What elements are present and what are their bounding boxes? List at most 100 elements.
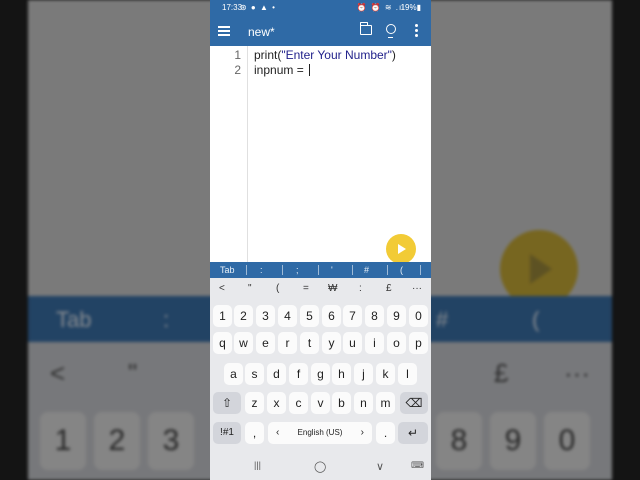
key-2[interactable]: 2	[234, 305, 253, 327]
code-line[interactable]: inpnum =	[254, 63, 311, 77]
menu-icon[interactable]	[218, 26, 230, 36]
key-i[interactable]: i	[365, 332, 384, 354]
bg-key: 3	[148, 412, 194, 470]
key-x[interactable]: x	[267, 392, 286, 414]
key-d[interactable]: d	[267, 363, 286, 385]
lightbulb-icon[interactable]	[386, 24, 396, 38]
bg-bar-item: (	[532, 307, 540, 332]
key-s[interactable]: s	[245, 363, 264, 385]
home-icon[interactable]: ◯	[314, 460, 326, 473]
file-title: new*	[248, 25, 275, 39]
bg-bar-item: Tab	[56, 307, 92, 332]
space-key[interactable]: ‹ English (US) ›	[268, 422, 372, 444]
text-cursor	[309, 64, 311, 76]
divider	[246, 265, 247, 275]
keyboard-suggestion[interactable]: :	[359, 283, 362, 294]
key-v[interactable]: v	[311, 392, 330, 414]
more-options-icon[interactable]	[415, 24, 418, 38]
key-k[interactable]: k	[376, 363, 395, 385]
key-8[interactable]: 8	[365, 305, 384, 327]
code-token: inpnum =	[254, 63, 308, 77]
key-z[interactable]: z	[245, 392, 264, 414]
key-l[interactable]: l	[398, 363, 417, 385]
system-icons: ⏰ ⏰ ≋ .ıl	[356, 3, 405, 12]
period-key[interactable]: .	[376, 422, 395, 444]
key-9[interactable]: 9	[387, 305, 406, 327]
bg-symbol: £	[494, 358, 509, 388]
key-w[interactable]: w	[234, 332, 253, 354]
code-editor[interactable]: 1 2 print("Enter Your Number") inpnum =	[210, 46, 431, 262]
key-4[interactable]: 4	[278, 305, 297, 327]
key-g[interactable]: g	[311, 363, 330, 385]
enter-key[interactable]: ↵	[398, 422, 428, 444]
key-1[interactable]: 1	[213, 305, 232, 327]
key-f[interactable]: f	[289, 363, 308, 385]
key-0[interactable]: 0	[409, 305, 428, 327]
line-number: 2	[234, 63, 241, 77]
keyboard-icon[interactable]: ⌨	[411, 460, 424, 471]
backspace-key[interactable]: ⌫	[400, 392, 428, 414]
back-icon[interactable]: ∨	[376, 460, 384, 473]
bg-key: 8	[436, 412, 482, 470]
keyboard-suggestion[interactable]: <	[219, 283, 225, 294]
bg-key: 0	[544, 412, 590, 470]
folder-icon[interactable]	[359, 22, 372, 35]
key-u[interactable]: u	[343, 332, 362, 354]
key-t[interactable]: t	[300, 332, 319, 354]
key-3[interactable]: 3	[256, 305, 275, 327]
soft-keyboard: < " ( = ₩ : £ ··· 1 2 3 4 5 6 7 8 9 0 q …	[210, 278, 431, 454]
chevron-left-icon: ‹	[276, 427, 280, 438]
key-h[interactable]: h	[332, 363, 351, 385]
keyboard-suggestion[interactable]: (	[276, 283, 279, 294]
bg-key: 1	[40, 412, 86, 470]
bg-symbol: <	[50, 358, 66, 388]
key-c[interactable]: c	[289, 392, 308, 414]
symbol-key[interactable]: :	[260, 265, 263, 275]
symbol-bar: Tab : ; ' # (	[210, 262, 431, 278]
key-7[interactable]: 7	[343, 305, 362, 327]
symbol-key[interactable]: (	[400, 265, 403, 275]
keyboard-suggestion[interactable]: ₩	[328, 283, 337, 294]
symbols-key[interactable]: !#1	[213, 422, 241, 444]
line-number-gutter: 1 2	[210, 46, 248, 262]
divider	[282, 265, 283, 275]
bg-bar-item: #	[436, 307, 449, 332]
key-m[interactable]: m	[376, 392, 395, 414]
key-n[interactable]: n	[354, 392, 373, 414]
key-o[interactable]: o	[387, 332, 406, 354]
keyboard-suggestion[interactable]: ···	[412, 283, 422, 294]
key-j[interactable]: j	[354, 363, 373, 385]
code-line[interactable]: print("Enter Your Number")	[254, 48, 396, 62]
symbol-key[interactable]: #	[364, 265, 369, 275]
code-token: )	[391, 48, 396, 62]
symbol-key[interactable]: '	[331, 265, 333, 275]
shift-key[interactable]: ⇧	[213, 392, 241, 414]
bg-key: 9	[490, 412, 536, 470]
space-language-label: English (US)	[297, 428, 343, 437]
divider	[318, 265, 319, 275]
recents-icon[interactable]: |||	[254, 460, 261, 470]
chevron-right-icon: ›	[360, 427, 364, 438]
run-button[interactable]	[386, 234, 416, 264]
phone-screen: 17:33 ⊛ ● ▲ • ⏰ ⏰ ≋ .ıl 19%▮ new* 1 2 pr…	[210, 0, 431, 480]
string-literal: "Enter Your Number"	[281, 48, 392, 62]
key-e[interactable]: e	[256, 332, 275, 354]
battery-indicator: 19%▮	[400, 3, 421, 12]
key-b[interactable]: b	[332, 392, 351, 414]
bg-bar-item: :	[163, 307, 170, 332]
key-6[interactable]: 6	[322, 305, 341, 327]
key-r[interactable]: r	[278, 332, 297, 354]
line-number: 1	[234, 48, 241, 62]
key-a[interactable]: a	[224, 363, 243, 385]
keyboard-suggestion[interactable]: "	[248, 283, 252, 294]
key-q[interactable]: q	[213, 332, 232, 354]
comma-key[interactable]: ,	[245, 422, 264, 444]
key-y[interactable]: y	[322, 332, 341, 354]
symbol-key[interactable]: ;	[296, 265, 299, 275]
keyboard-suggestion[interactable]: £	[386, 283, 392, 294]
symbol-key-tab[interactable]: Tab	[220, 265, 235, 275]
app-bar: new*	[210, 16, 431, 46]
keyboard-suggestion[interactable]: =	[303, 283, 309, 294]
key-p[interactable]: p	[409, 332, 428, 354]
key-5[interactable]: 5	[300, 305, 319, 327]
